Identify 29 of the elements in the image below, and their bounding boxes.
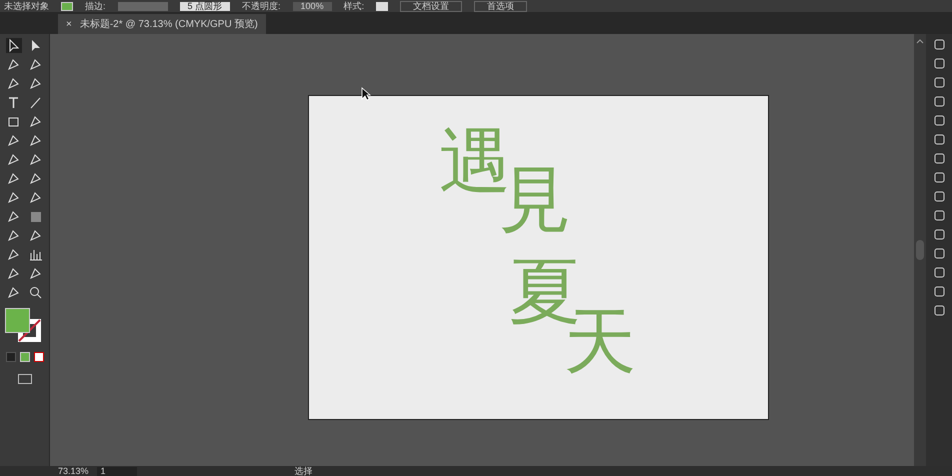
bar-graph-icon[interactable]: [28, 247, 43, 262]
selection-label: 未选择对象: [4, 2, 49, 10]
type-icon[interactable]: [6, 95, 21, 110]
color-mode-icon[interactable]: [6, 352, 16, 362]
tool-status: 选择: [294, 466, 313, 476]
stroke-weight-field[interactable]: [118, 2, 168, 10]
brush-dropdown[interactable]: 5 点圆形: [180, 2, 230, 10]
scroll-up-icon[interactable]: [916, 38, 924, 44]
scrollbar-thumb[interactable]: [916, 240, 924, 260]
opacity-label: 不透明度:: [242, 2, 281, 10]
fill-swatch[interactable]: [61, 2, 73, 10]
opacity-field[interactable]: 100%: [292, 2, 332, 10]
none-mode-icon[interactable]: [34, 352, 44, 362]
toolbar-button[interactable]: 首选项: [474, 0, 528, 12]
style-label: 样式:: [344, 2, 364, 10]
fill-stroke-swatches[interactable]: [4, 308, 42, 344]
stroke-label: 描边:: [85, 2, 106, 10]
gradient-mode-icon[interactable]: [20, 352, 30, 362]
cursor-icon: [361, 87, 371, 101]
zoom-field[interactable]: 73.13%: [58, 466, 89, 476]
style-swatch[interactable]: [376, 2, 388, 10]
zoom-icon[interactable]: [28, 285, 43, 300]
toolbar-button[interactable]: 文档设置: [400, 0, 462, 12]
line-icon[interactable]: [28, 95, 43, 110]
artboard-field[interactable]: 1: [96, 466, 137, 476]
document-title: 未标题-2* @ 73.13% (CMYK/GPU 预览): [80, 18, 258, 32]
document-tab[interactable]: × 未标题-2* @ 73.13% (CMYK/GPU 预览): [58, 14, 266, 34]
close-icon[interactable]: ×: [66, 16, 72, 32]
screen-mode-icon[interactable]: [18, 374, 32, 384]
